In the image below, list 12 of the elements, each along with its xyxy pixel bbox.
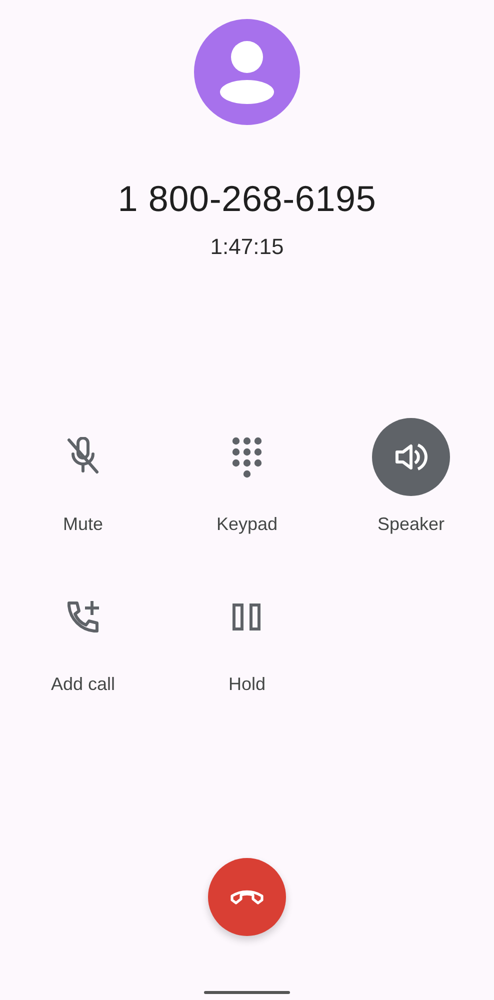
hang-up-icon <box>229 888 265 906</box>
end-call-button[interactable] <box>208 858 286 936</box>
add-call-button[interactable]: Add call <box>1 578 165 695</box>
hold-button[interactable]: Hold <box>165 578 329 695</box>
speaker-button[interactable]: Speaker <box>329 418 493 535</box>
keypad-button[interactable]: Keypad <box>165 418 329 535</box>
phone-plus-icon <box>65 599 101 635</box>
phone-number: 1 800-268-6195 <box>118 178 376 220</box>
person-icon <box>218 40 276 104</box>
mute-button[interactable]: Mute <box>1 418 165 535</box>
call-duration: 1:47:15 <box>210 234 284 260</box>
pause-icon <box>232 603 262 631</box>
